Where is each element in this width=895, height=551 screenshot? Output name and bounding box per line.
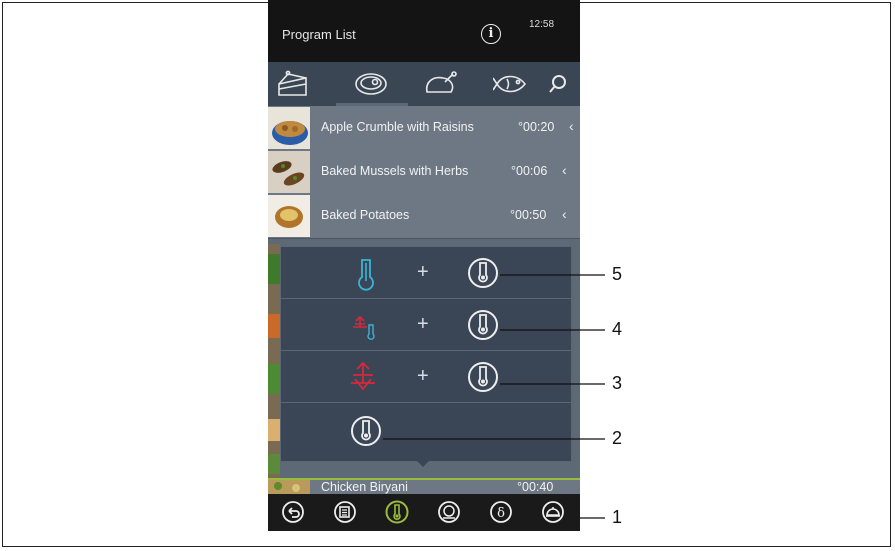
callout-3: 3	[612, 373, 623, 393]
callout-1: 1	[612, 507, 623, 527]
callout-5: 5	[612, 264, 623, 284]
callout-lines	[383, 274, 605, 519]
callout-4: 4	[612, 319, 623, 339]
callout-2: 2	[612, 428, 623, 448]
